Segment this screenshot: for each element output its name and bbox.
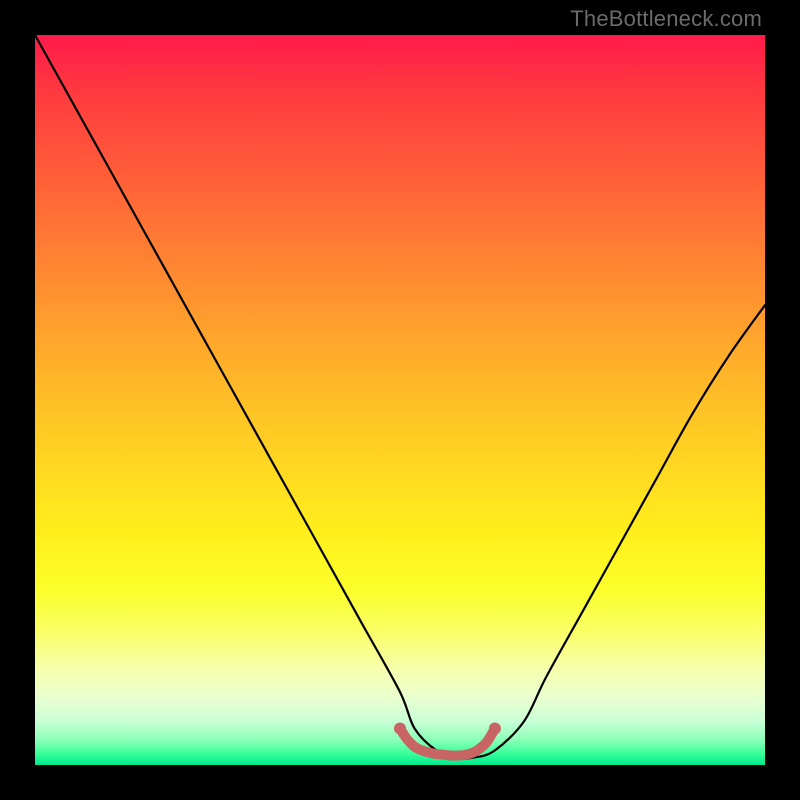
bottleneck-curve-path [35,35,765,759]
chart-frame: TheBottleneck.com [0,0,800,800]
plot-area [35,35,765,765]
watermark-text: TheBottleneck.com [570,6,762,32]
chart-overlay [35,35,765,765]
optimal-range-end-dot [489,723,501,735]
optimal-range-marker-path [400,729,495,756]
optimal-range-start-dot [394,723,406,735]
